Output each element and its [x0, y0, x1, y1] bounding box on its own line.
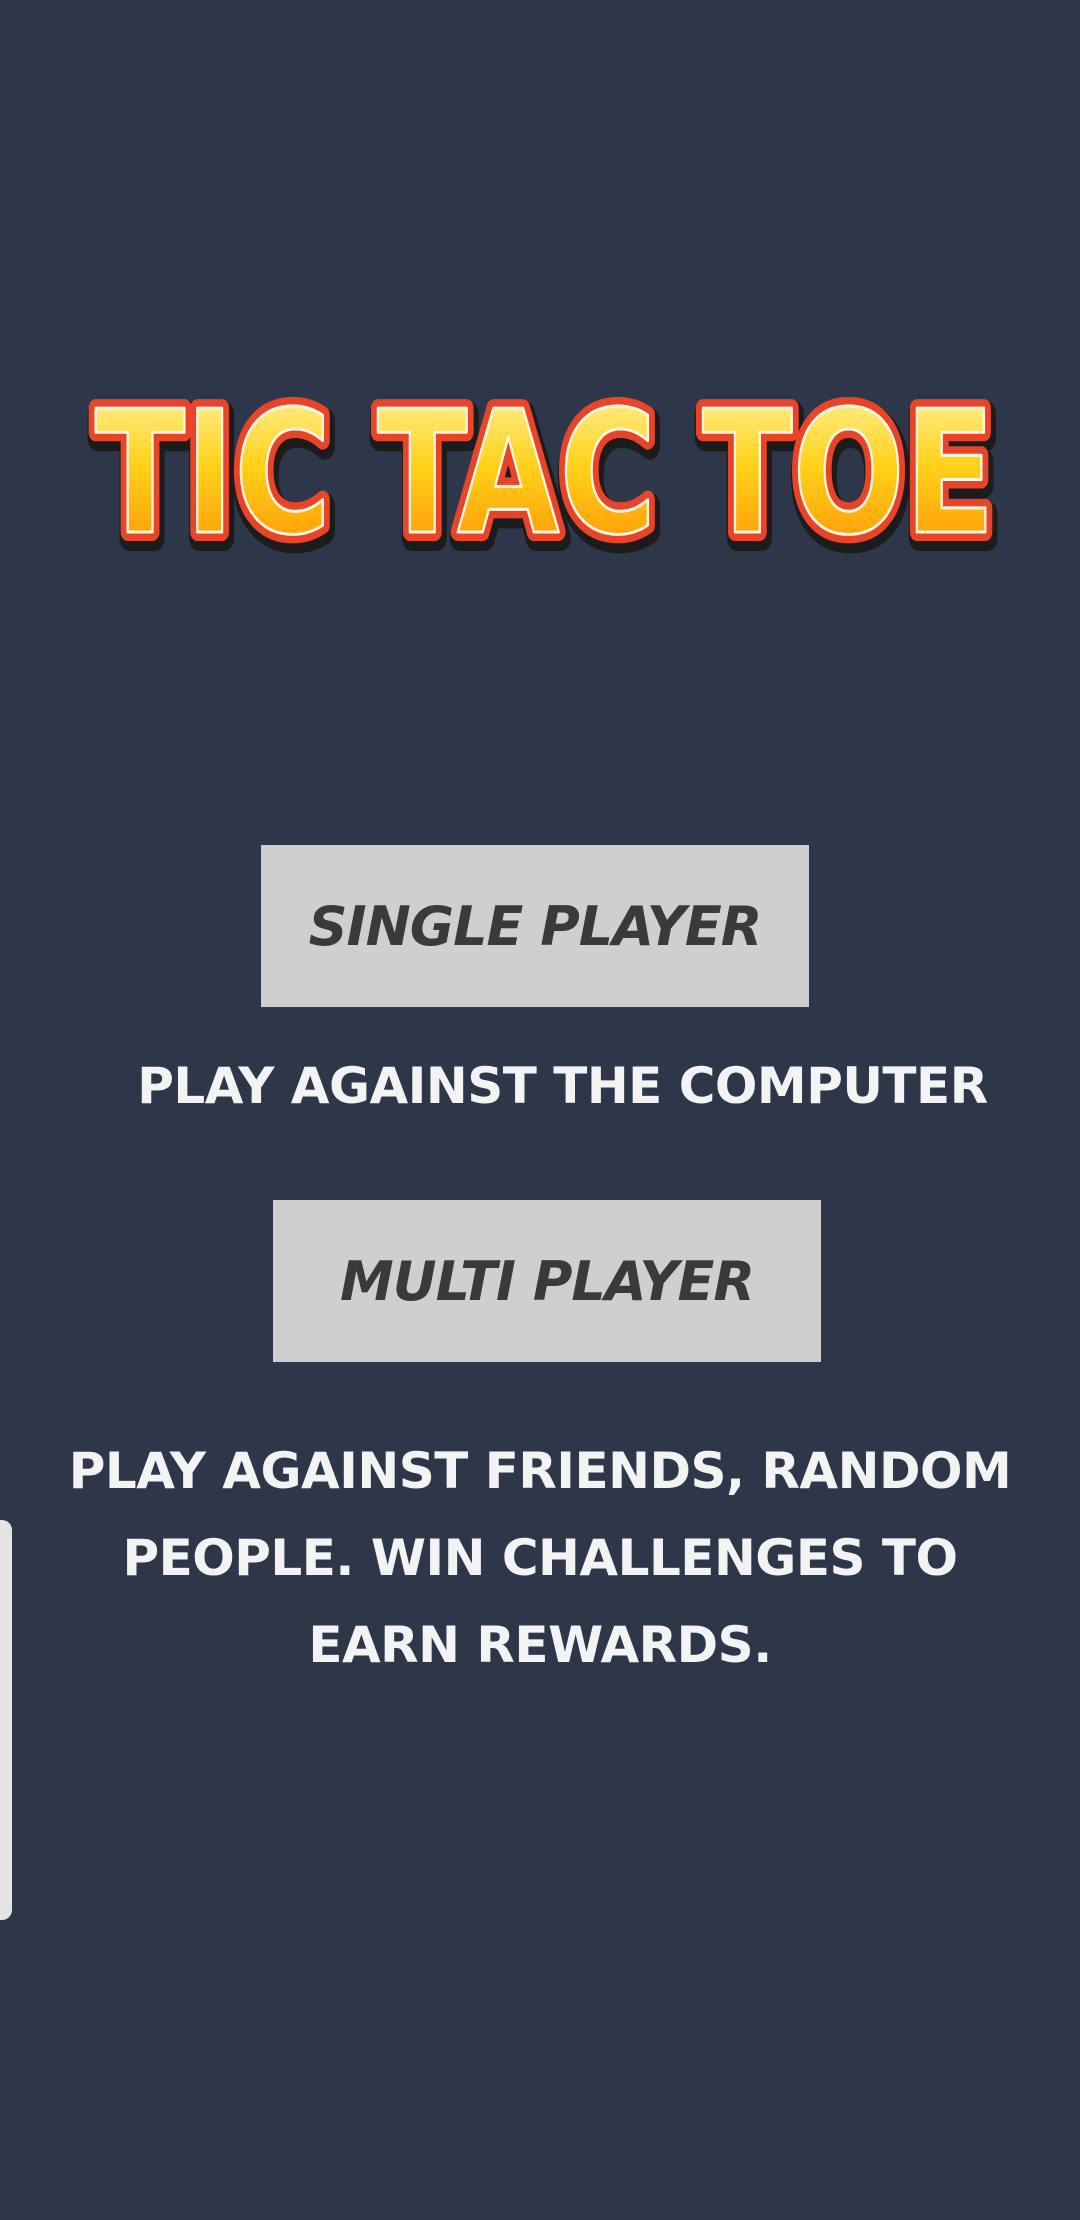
- logo-title-text: TIC TAC TOE: [95, 375, 995, 573]
- game-logo-graphic: TIC TAC TOE TIC TAC TOE TIC TAC TOE: [84, 366, 1010, 592]
- multi-player-description: PLAY AGAINST FRIENDS, RANDOM PEOPLE. WIN…: [68, 1442, 1012, 1674]
- game-logo: TIC TAC TOE TIC TAC TOE TIC TAC TOE: [72, 360, 1018, 592]
- multi-player-button[interactable]: MULTI PLAYER: [273, 1200, 821, 1362]
- single-player-button[interactable]: SINGLE PLAYER: [261, 845, 809, 1007]
- single-player-label: SINGLE PLAYER: [308, 894, 763, 958]
- multi-player-label: MULTI PLAYER: [340, 1249, 755, 1313]
- side-panel-handle[interactable]: [0, 1520, 12, 1920]
- single-player-description: PLAY AGAINST THE COMPUTER: [137, 1057, 988, 1115]
